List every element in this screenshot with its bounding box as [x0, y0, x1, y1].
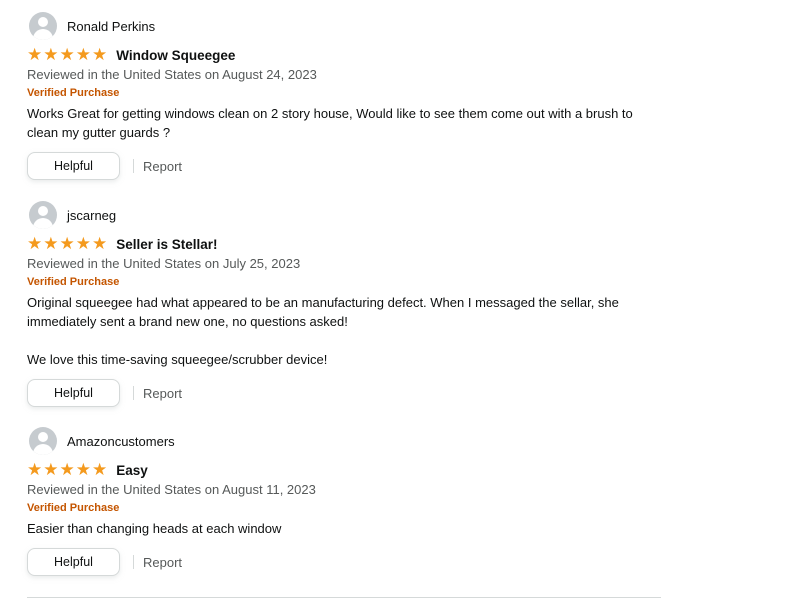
helpful-button[interactable]: Helpful: [27, 152, 120, 180]
star-icon: ★: [43, 460, 59, 479]
star-icon: ★: [75, 460, 91, 479]
section-divider: [27, 597, 661, 598]
review-title[interactable]: Window Squeegee: [116, 48, 235, 63]
review-date: Reviewed in the United States on July 25…: [27, 256, 301, 271]
avatar-icon: [29, 427, 57, 455]
action-separator: [133, 555, 134, 569]
review-title[interactable]: Easy: [116, 463, 148, 478]
report-link[interactable]: Report: [143, 555, 182, 570]
review-body: Easier than changing heads at each windo…: [27, 521, 282, 536]
star-icon: ★: [59, 45, 75, 64]
star-icon: ★: [92, 460, 108, 479]
avatar-icon: [29, 201, 57, 229]
star-icon: ★: [92, 45, 108, 64]
verified-purchase-badge: Verified Purchase: [27, 276, 120, 288]
reviewer-profile[interactable]: jscarneg: [29, 201, 667, 229]
star-icon: ★: [43, 45, 59, 64]
review-3: Amazoncustomers ★ ★ ★ ★ ★ Easy Reviewed …: [27, 427, 667, 576]
verified-purchase-badge: Verified Purchase: [27, 87, 120, 99]
star-icon: ★: [75, 45, 91, 64]
helpful-button[interactable]: Helpful: [27, 379, 120, 407]
review-date: Reviewed in the United States on August …: [27, 67, 317, 82]
verified-purchase-badge: Verified Purchase: [27, 502, 120, 514]
star-icon: ★: [59, 234, 75, 253]
helpful-button[interactable]: Helpful: [27, 548, 120, 576]
star-icon: ★: [27, 45, 43, 64]
review-date: Reviewed in the United States on August …: [27, 482, 316, 497]
star-icon: ★: [27, 234, 43, 253]
reviewer-name: jscarneg: [67, 207, 117, 223]
reviewer-profile[interactable]: Ronald Perkins: [29, 12, 667, 40]
star-icon: ★: [59, 460, 75, 479]
review-title[interactable]: Seller is Stellar!: [116, 237, 217, 252]
review-2: jscarneg ★ ★ ★ ★ ★ Seller is Stellar! Re…: [27, 201, 667, 407]
reviewer-name: Amazoncustomers: [67, 433, 175, 449]
star-rating[interactable]: ★ ★ ★ ★ ★: [27, 461, 107, 479]
review-1: Ronald Perkins ★ ★ ★ ★ ★ Window Squeegee…: [27, 12, 667, 180]
star-rating[interactable]: ★ ★ ★ ★ ★: [27, 46, 107, 64]
star-rating[interactable]: ★ ★ ★ ★ ★: [27, 235, 107, 253]
star-icon: ★: [27, 460, 43, 479]
review-body: Works Great for getting windows clean on…: [27, 106, 633, 140]
report-link[interactable]: Report: [143, 386, 182, 401]
reviewer-profile[interactable]: Amazoncustomers: [29, 427, 667, 455]
reviewer-name: Ronald Perkins: [67, 18, 156, 34]
report-link[interactable]: Report: [143, 159, 182, 174]
action-separator: [133, 386, 134, 400]
review-body: Original squeegee had what appeared to b…: [27, 295, 619, 367]
avatar-icon: [29, 12, 57, 40]
star-icon: ★: [92, 234, 108, 253]
action-separator: [133, 159, 134, 173]
star-icon: ★: [43, 234, 59, 253]
star-icon: ★: [75, 234, 91, 253]
